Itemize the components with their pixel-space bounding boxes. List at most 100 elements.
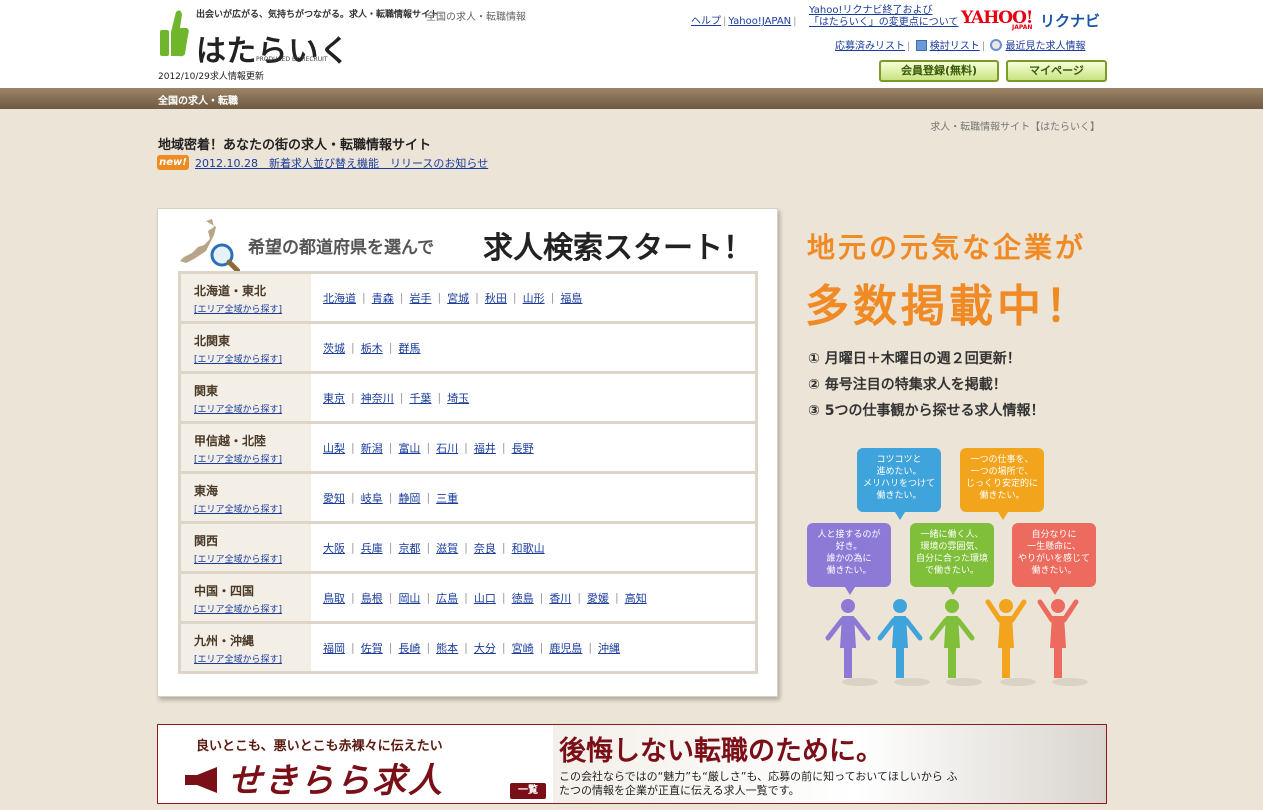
- prefecture-link[interactable]: 愛知: [323, 490, 345, 506]
- prefecture-link[interactable]: 鳥取: [323, 590, 345, 606]
- promo-point-2: ② 毎号注目の特集求人を掲載！: [808, 377, 1007, 393]
- prefecture-link[interactable]: 山口: [474, 590, 496, 606]
- pref-separator: |: [426, 641, 431, 654]
- prefecture-link[interactable]: 長野: [512, 440, 534, 456]
- region-all-area-link[interactable]: [エリア全域から探す]: [194, 402, 311, 415]
- prefecture-link[interactable]: 岐阜: [361, 490, 383, 506]
- notice-link-block: Yahoo!リクナビ終了および 「はたらいく」の変更点について: [809, 5, 959, 29]
- prefecture-link[interactable]: 滋賀: [436, 540, 458, 556]
- region-all-area-link[interactable]: [エリア全域から探す]: [194, 352, 311, 365]
- prefecture-link[interactable]: 岩手: [409, 290, 431, 306]
- person-figure-icon: [1037, 599, 1088, 686]
- work-style-bubble-1[interactable]: コツコツと 進めたい。 メリハリをつけて 働きたい。: [857, 448, 941, 520]
- news-link[interactable]: 2012.10.28 新着求人並び替え機能 リリースのお知らせ: [195, 155, 488, 171]
- notice-link-line2[interactable]: 「はたらいく」の変更点について: [809, 17, 959, 28]
- prefecture-link[interactable]: 佐賀: [361, 640, 383, 656]
- yahoo-japan-link[interactable]: Yahoo!JAPAN: [728, 16, 791, 27]
- prefecture-link[interactable]: 宮崎: [512, 640, 534, 656]
- region-all-area-link[interactable]: [エリア全域から探す]: [194, 652, 311, 665]
- prefecture-link[interactable]: 島根: [361, 590, 383, 606]
- site-logo-text[interactable]: はたらいく: [196, 26, 350, 70]
- sekirara-banner[interactable]: 良いとこも、悪いとこも赤裸々に伝えたい せきらら求人 一覧 後悔しない転職のため…: [157, 724, 1107, 804]
- prefecture-link[interactable]: 青森: [372, 290, 394, 306]
- prefecture-link[interactable]: 東京: [323, 390, 345, 406]
- prefecture-link[interactable]: 秋田: [485, 290, 507, 306]
- prefecture-link[interactable]: 静岡: [398, 490, 420, 506]
- work-style-bubble-3[interactable]: 人と接するのが 好き。 誰かの為に 働きたい。: [807, 523, 891, 595]
- prefecture-link[interactable]: 大分: [474, 640, 496, 656]
- recent-jobs-link[interactable]: 最近見た求人情報: [1006, 41, 1086, 52]
- mypage-button[interactable]: マイページ: [1006, 60, 1107, 82]
- prefecture-list: 愛知 | 岐阜 | 静岡 | 三重: [311, 474, 755, 521]
- prefecture-link[interactable]: 京都: [398, 540, 420, 556]
- prefecture-link[interactable]: 高知: [625, 590, 647, 606]
- region-all-area-link[interactable]: [エリア全域から探す]: [194, 552, 311, 565]
- prefecture-link[interactable]: 宮城: [447, 290, 469, 306]
- pref-separator: |: [464, 591, 468, 604]
- prefecture-link[interactable]: 鹿児島: [549, 640, 582, 656]
- prefecture-link[interactable]: 福島: [560, 290, 582, 306]
- prefecture-link[interactable]: 熊本: [436, 640, 458, 656]
- prefecture-link[interactable]: 富山: [398, 440, 420, 456]
- prefecture-link[interactable]: 長崎: [398, 640, 420, 656]
- prefecture-link[interactable]: 兵庫: [361, 540, 383, 556]
- prefecture-link[interactable]: 山梨: [323, 440, 345, 456]
- prefecture-link[interactable]: 奈良: [474, 540, 496, 556]
- region-table: 北海道・東北 [エリア全域から探す] 北海道 | 青森 | 岩手 | 宮城 | 秋田 | 山形 | 福島 北関…: [178, 271, 758, 674]
- prefecture-link[interactable]: 福岡: [323, 640, 345, 656]
- prefecture-link[interactable]: 栃木: [361, 340, 383, 356]
- prefecture-link[interactable]: 茨城: [323, 340, 345, 356]
- prefecture-link[interactable]: 埼玉: [447, 390, 469, 406]
- prefecture-link[interactable]: 山形: [523, 290, 545, 306]
- pref-separator: |: [351, 491, 355, 504]
- rikunabi-logo[interactable]: リクナビ: [1040, 10, 1100, 31]
- work-style-bubble-5[interactable]: 自分なりに 一生懸命に、 やりがいを感じて 働きたい。: [1012, 523, 1096, 595]
- region-all-area-link[interactable]: [エリア全域から探す]: [194, 502, 311, 515]
- prefecture-link[interactable]: 石川: [436, 440, 458, 456]
- help-link[interactable]: ヘルプ: [691, 16, 721, 27]
- prefecture-link[interactable]: 三重: [436, 490, 458, 506]
- prefecture-link[interactable]: 広島: [436, 590, 458, 606]
- promo-point-1: ① 月曜日＋木曜日の週２回更新！: [808, 351, 1021, 367]
- region-all-area-link[interactable]: [エリア全域から探す]: [194, 602, 311, 615]
- prefecture-link[interactable]: 大阪: [323, 540, 345, 556]
- work-style-bubble-4[interactable]: 一緒に働く人、 環境の雰囲気、 自分に合った環境 で働きたい。: [910, 523, 994, 595]
- saved-list-icon: [915, 40, 927, 51]
- pref-separator: |: [615, 591, 619, 604]
- prefecture-link[interactable]: 福井: [474, 440, 496, 456]
- work-style-bubble-2[interactable]: 一つの仕事を、 一つの場所で、 じっくり安定的に 働きたい。: [960, 448, 1044, 520]
- region-label: 中国・四国: [194, 584, 255, 598]
- prefecture-link[interactable]: 北海道: [323, 290, 356, 306]
- prefecture-link[interactable]: 和歌山: [512, 540, 545, 556]
- thumbs-up-logo-icon[interactable]: [158, 8, 190, 58]
- member-register-button[interactable]: 会員登録(無料): [879, 60, 999, 82]
- banner-catch-copy: 良いとこも、悪いとこも赤裸々に伝えたい: [196, 739, 443, 754]
- prefecture-link[interactable]: 愛媛: [587, 590, 609, 606]
- applied-list-link[interactable]: 応募済みリスト: [835, 41, 905, 52]
- japan-map-magnifier-icon: [180, 219, 240, 273]
- prefecture-link[interactable]: 新潟: [361, 440, 383, 456]
- banner-brand: せきらら求人: [228, 761, 444, 801]
- region-all-area-link[interactable]: [エリア全域から探す]: [194, 452, 311, 465]
- region-name-cell: 関西 [エリア全域から探す]: [181, 524, 311, 571]
- pref-separator: |: [550, 291, 555, 304]
- pref-separator: |: [388, 491, 393, 504]
- saved-list-link[interactable]: 検討リスト: [930, 41, 980, 52]
- pref-separator: |: [501, 541, 506, 554]
- pref-separator: |: [351, 541, 355, 554]
- prefecture-link[interactable]: 群馬: [398, 340, 420, 356]
- prefecture-link[interactable]: 千葉: [409, 390, 431, 406]
- prefecture-link[interactable]: 岡山: [398, 590, 420, 606]
- prefecture-link[interactable]: 徳島: [512, 590, 534, 606]
- prefecture-link[interactable]: 沖縄: [598, 640, 620, 656]
- prefecture-link[interactable]: 香川: [549, 590, 571, 606]
- prefecture-link[interactable]: 神奈川: [361, 390, 394, 406]
- region-all-area-link[interactable]: [エリア全域から探す]: [194, 302, 311, 315]
- region-row: 関西 [エリア全域から探す] 大阪 | 兵庫 | 京都 | 滋賀 | 奈良 | 和歌山: [181, 524, 755, 574]
- pref-separator: |: [426, 491, 431, 504]
- produced-by-recruit: PRODUCED BY RECRUIT: [256, 56, 328, 63]
- notice-link-line1[interactable]: Yahoo!リクナビ終了および: [809, 5, 932, 16]
- pref-separator: |: [539, 641, 544, 654]
- banner-list-button[interactable]: 一覧: [510, 783, 546, 799]
- nav-title[interactable]: 全国の求人・転職: [158, 92, 238, 107]
